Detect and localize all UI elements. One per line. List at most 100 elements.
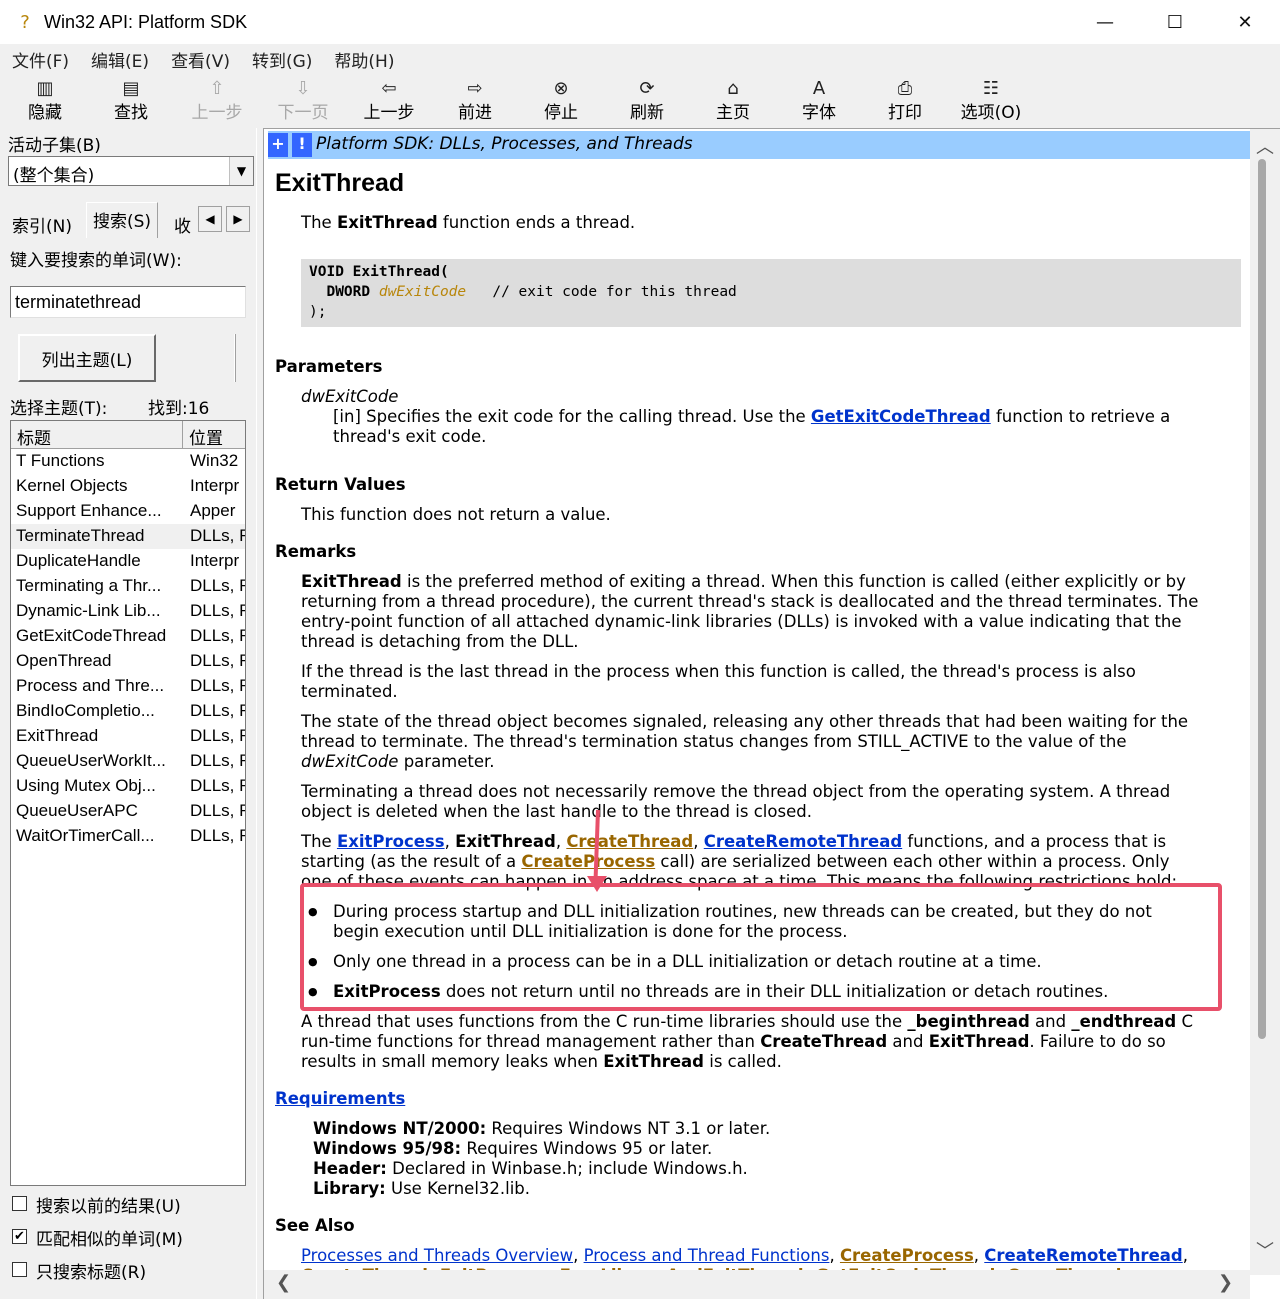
feedback-icon[interactable]: ! xyxy=(292,133,312,157)
result-row[interactable]: GetExitCodeThread DLLs, F xyxy=(11,624,245,649)
up-arrow-icon: ⇧ xyxy=(209,78,225,99)
keyword-label: 键入要搜索的单词(W): xyxy=(10,251,182,271)
column-location[interactable]: 位置 xyxy=(183,421,245,449)
menu-file[interactable]: 文件(F) xyxy=(12,47,69,72)
tab-favorites[interactable]: 收藏 xyxy=(168,208,198,238)
result-location: Interpr xyxy=(190,551,240,570)
menu-help[interactable]: 帮助(H) xyxy=(334,47,394,72)
print-button[interactable]: ⎙ 打印 xyxy=(870,76,940,128)
link-getexitcodethread[interactable]: GetExitCodeThread xyxy=(811,407,991,426)
titles-only-checkbox[interactable] xyxy=(12,1262,27,1277)
search-previous-checkbox[interactable] xyxy=(12,1196,27,1211)
font-button[interactable]: A 字体 xyxy=(784,76,854,128)
menu-goto[interactable]: 转到(G) xyxy=(252,47,312,72)
link-createthread[interactable]: CreateThread xyxy=(566,832,693,851)
result-row[interactable]: Dynamic-Link Lib... DLLs, F xyxy=(11,599,246,624)
scroll-down-icon[interactable]: ﹀ xyxy=(1256,1237,1274,1263)
scroll-right-icon[interactable]: ❯ xyxy=(1218,1272,1233,1293)
list-topics-button[interactable]: 列出主题(L) xyxy=(18,334,156,382)
tab-scroll-left-icon[interactable]: ◀ xyxy=(198,206,222,232)
result-row[interactable]: DuplicateHandle Interpr xyxy=(11,549,245,574)
result-location: Interpr xyxy=(190,476,240,495)
link-createprocess[interactable]: CreateProcess xyxy=(521,852,655,871)
back-button[interactable]: ⇦ 上一步 xyxy=(354,76,424,128)
forward-button[interactable]: ⇨ 前进 xyxy=(440,76,510,128)
link-processes-overview[interactable]: Processes and Threads Overview xyxy=(301,1246,573,1265)
result-location: DLLs, F xyxy=(190,601,246,620)
match-similar-checkbox[interactable]: ✔ xyxy=(12,1229,27,1244)
result-row[interactable]: Support Enhance... Apper xyxy=(11,499,245,524)
result-row[interactable]: QueueUserAPC DLLs, F xyxy=(11,799,246,824)
result-location: DLLs, F xyxy=(190,651,246,670)
bullet-icon: ● xyxy=(308,955,318,968)
column-title[interactable]: 标题 xyxy=(11,421,183,449)
down-arrow-icon: ⇩ xyxy=(295,78,311,99)
link-see-createprocess[interactable]: CreateProcess xyxy=(840,1246,974,1265)
result-row[interactable]: Process and Thre... DLLs, F xyxy=(11,674,245,699)
next-page-button[interactable]: ⇩ 下一页 xyxy=(268,76,338,128)
scroll-thumb[interactable] xyxy=(1258,159,1266,1039)
refresh-icon: ⟳ xyxy=(639,78,655,99)
refresh-button[interactable]: ⟳ 刷新 xyxy=(612,76,682,128)
result-row[interactable]: QueueUserWorkIt... DLLs, F xyxy=(11,749,245,774)
link-exitprocess[interactable]: ExitProcess xyxy=(337,832,445,851)
result-location: DLLs, F xyxy=(190,801,246,820)
tab-scroll-right-icon[interactable]: ▶ xyxy=(226,206,250,232)
result-title: OpenThread xyxy=(16,651,112,670)
pane-splitter[interactable] xyxy=(256,128,264,1299)
param-desc: [in] Specifies the exit code for the cal… xyxy=(333,407,1171,446)
scroll-left-icon[interactable]: ❮ xyxy=(276,1272,291,1293)
link-see-createremotethread[interactable]: CreateRemoteThread xyxy=(984,1246,1182,1265)
subset-combo[interactable]: (整个集合) ▼ xyxy=(8,156,254,186)
result-row[interactable]: WaitOrTimerCall... DLLs, F xyxy=(11,824,245,849)
menu-edit[interactable]: 编辑(E) xyxy=(91,47,149,72)
match-similar-label: 匹配相似的单词(M) xyxy=(36,1230,183,1250)
result-row[interactable]: Terminating a Thr... DLLs, F xyxy=(11,574,245,599)
keyword-input[interactable] xyxy=(10,286,246,318)
tab-search[interactable]: 搜索(S) xyxy=(86,202,159,238)
result-row[interactable]: OpenThread DLLs, F xyxy=(11,649,246,674)
scroll-up-icon[interactable]: ︿ xyxy=(1256,133,1274,159)
result-location: Win32 xyxy=(190,451,239,470)
horizontal-scrollbar[interactable]: ❮ ❯ xyxy=(264,1270,1250,1299)
bullet-icon: ● xyxy=(308,905,318,918)
result-title: Process and Thre... xyxy=(16,676,165,695)
topic-content: + ! Platform SDK: DLLs, Processes, and T… xyxy=(264,128,1280,1299)
link-createremotethread[interactable]: CreateRemoteThread xyxy=(704,832,902,851)
link-process-functions[interactable]: Process and Thread Functions xyxy=(584,1246,830,1265)
back-arrow-icon: ⇦ xyxy=(381,78,397,99)
result-row[interactable]: BindIoCompletio... DLLs, F xyxy=(11,699,245,724)
home-button[interactable]: ⌂ 主页 xyxy=(698,76,768,128)
chevron-down-icon[interactable]: ▼ xyxy=(229,157,253,185)
menu-view[interactable]: 查看(V) xyxy=(171,47,230,72)
result-row[interactable]: Using Mutex Obj... DLLs, F xyxy=(11,774,245,799)
expand-icon[interactable]: + xyxy=(268,133,288,157)
up-button[interactable]: ⇧ 上一步 xyxy=(182,76,252,128)
stop-button[interactable]: ⊗ 停止 xyxy=(526,76,596,128)
remarks-heading: Remarks xyxy=(275,542,357,561)
remarks-para-6: A thread that uses functions from the C … xyxy=(301,1012,1194,1071)
result-row[interactable]: Kernel Objects Interpr xyxy=(11,474,245,499)
maximize-button[interactable]: ☐ xyxy=(1140,0,1210,44)
subset-label: 活动子集(B) xyxy=(8,136,101,156)
result-title: Using Mutex Obj... xyxy=(16,776,156,795)
remarks-para-1: ExitThread is the preferred method of ex… xyxy=(301,572,1199,651)
return-text: This function does not return a value. xyxy=(301,505,611,524)
annotation-arrowhead xyxy=(587,876,607,892)
close-button[interactable]: ✕ xyxy=(1210,0,1280,44)
options-button[interactable]: ☷ 选项(O) xyxy=(956,76,1026,128)
minimize-button[interactable]: — xyxy=(1070,0,1140,44)
hide-button[interactable]: ▥ 隐藏 xyxy=(10,76,80,128)
result-row[interactable]: T Functions Win32 xyxy=(11,449,245,474)
result-row[interactable]: TerminateThread DLLs, F xyxy=(11,524,245,549)
vertical-scrollbar[interactable]: ︿ ﹀ xyxy=(1250,129,1280,1275)
result-row[interactable]: ExitThread DLLs, F xyxy=(11,724,245,749)
bullet-icon: ● xyxy=(308,985,318,998)
remarks-para-5: The ExitProcess, ExitThread, CreateThrea… xyxy=(301,832,1178,891)
requirements-heading[interactable]: Requirements xyxy=(275,1089,405,1108)
tab-index[interactable]: 索引(N) xyxy=(6,208,78,238)
hide-pane-icon: ▥ xyxy=(36,78,54,99)
result-title: QueueUserWorkIt... xyxy=(16,751,166,770)
find-button[interactable]: ▤ 查找 xyxy=(96,76,166,128)
topic-results-list[interactable]: 标题 位置 T Functions Win32 Kernel Objects Inte… xyxy=(10,420,246,1186)
